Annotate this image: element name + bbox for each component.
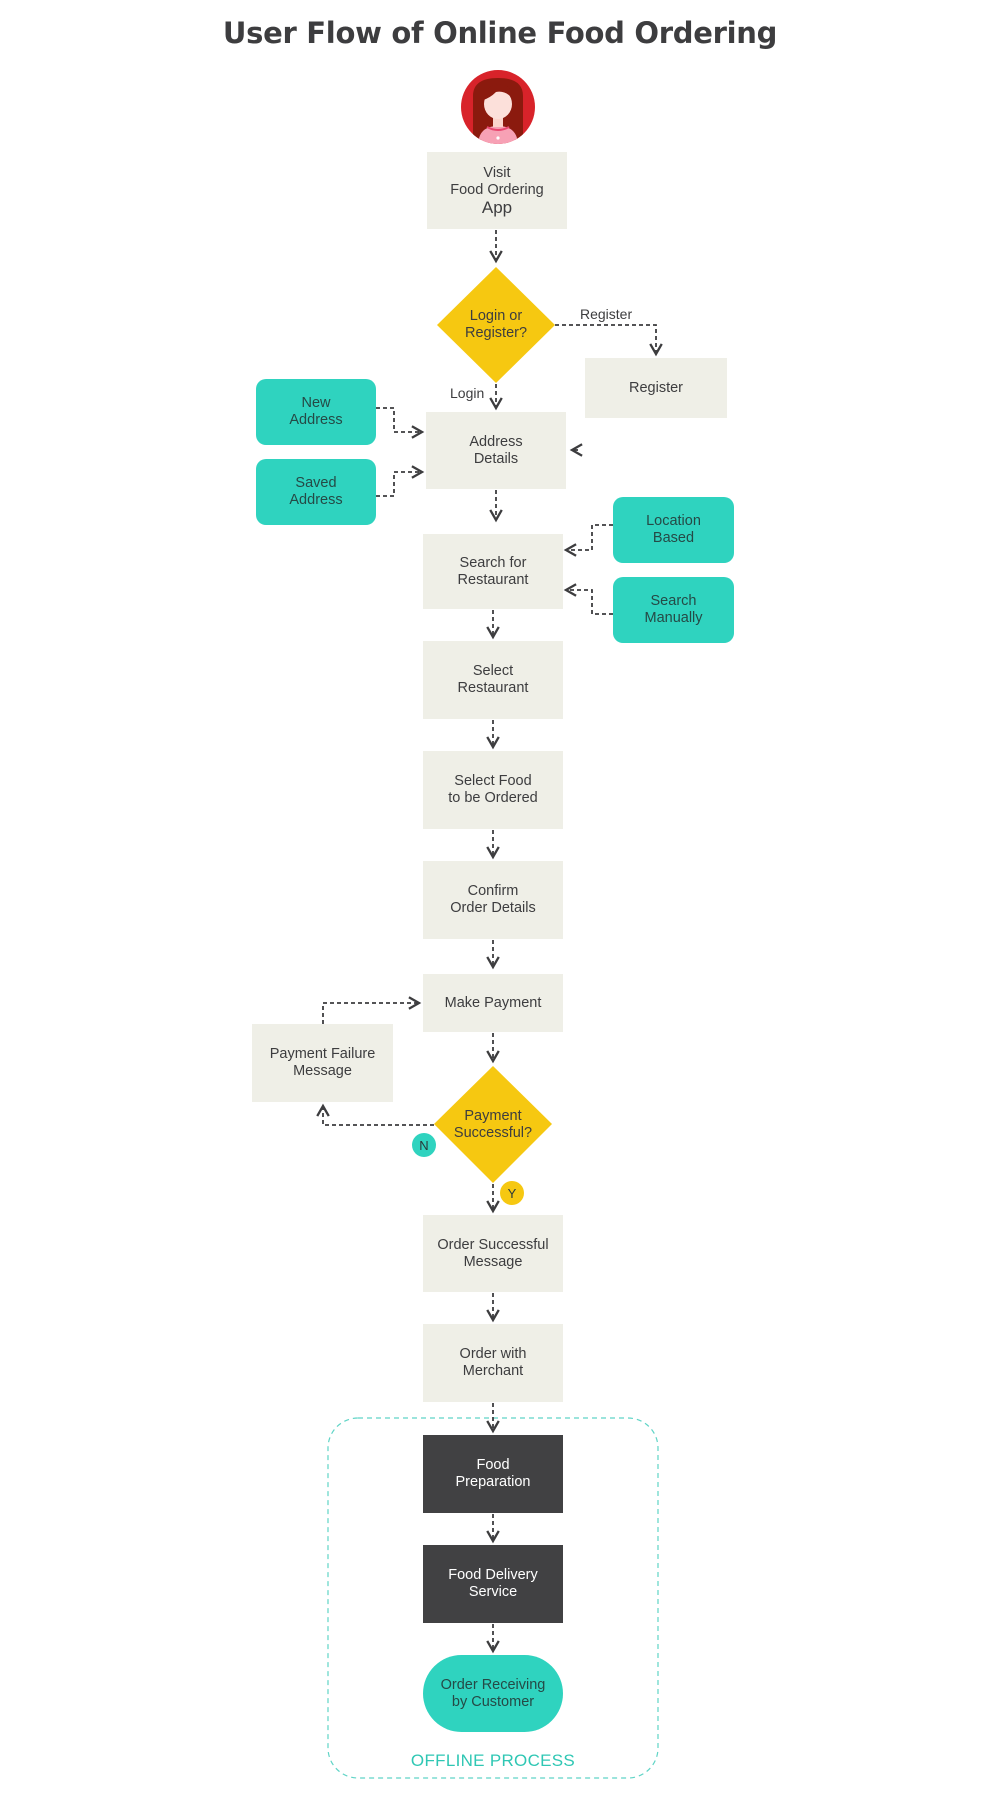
payment-decision-label: Payment Successful?	[434, 1066, 552, 1183]
location-based-label: Location Based	[646, 513, 701, 546]
search-manually-label: Search Manually	[644, 593, 703, 626]
order-successful-node: Order Successful Message	[423, 1215, 563, 1292]
order-merchant-node: Order with Merchant	[423, 1324, 563, 1402]
select-restaurant-node: Select Restaurant	[423, 641, 563, 719]
make-payment-label: Make Payment	[444, 994, 542, 1011]
yes-badge: Y	[500, 1181, 524, 1205]
edge-saved-address	[376, 465, 425, 497]
visit-app-label: Visit Food Ordering	[450, 165, 544, 198]
confirm-order-node: Confirm Order Details	[423, 861, 563, 939]
saved-address-node: Saved Address	[256, 459, 376, 525]
search-restaurant-label: Search for Restaurant	[457, 554, 529, 588]
visit-app-label-app: App	[481, 198, 513, 217]
select-food-node: Select Food to be Ordered	[423, 751, 563, 829]
register-edge-label: Register	[580, 306, 633, 322]
edge-search-manually	[563, 583, 613, 615]
saved-address-label: Saved Address	[289, 475, 343, 508]
location-based-node: Location Based	[613, 497, 734, 563]
make-payment-node: Make Payment	[423, 974, 563, 1032]
register-node: Register	[585, 358, 727, 418]
edge-failure-to-payment	[322, 996, 422, 1024]
edge-new-address	[376, 407, 425, 439]
food-delivery-label: Food Delivery Service	[448, 1567, 538, 1600]
edge-login-to-register	[555, 324, 663, 357]
order-receiving-node: Order Receiving by Customer	[423, 1655, 563, 1732]
select-food-label: Select Food to be Ordered	[448, 773, 538, 806]
payment-decision-text: Payment Successful?	[453, 1107, 533, 1141]
search-manually-node: Search Manually	[613, 577, 734, 643]
offline-process-label: OFFLINE PROCESS	[410, 1751, 576, 1770]
address-details-node: Address Details	[426, 412, 566, 489]
confirm-order-label: Confirm Order Details	[450, 883, 536, 916]
edge-decision-no	[316, 1103, 434, 1126]
new-address-node: New Address	[256, 379, 376, 445]
no-badge: N	[412, 1133, 436, 1157]
address-details-label: Address Details	[469, 433, 523, 467]
login-edge-label: Login	[450, 385, 485, 401]
food-delivery-node: Food Delivery Service	[423, 1545, 563, 1623]
payment-failure-node: Payment Failure Message	[252, 1024, 393, 1102]
select-restaurant-label: Select Restaurant	[457, 663, 529, 696]
search-restaurant-node: Search for Restaurant	[423, 534, 563, 609]
new-address-label: New Address	[289, 395, 343, 428]
user-avatar-icon	[461, 70, 535, 144]
food-preparation-node: Food Preparation	[423, 1435, 563, 1513]
visit-app-node: Visit Food Ordering App	[427, 152, 567, 229]
register-node-label: Register	[629, 379, 683, 396]
edge-location-based	[563, 524, 613, 557]
order-successful-label: Order Successful Message	[437, 1236, 549, 1270]
login-decision-text: Login or Register?	[464, 308, 528, 341]
payment-failure-label: Payment Failure Message	[269, 1046, 376, 1079]
login-decision-label: Login or Register?	[437, 267, 555, 383]
diagram-title: User Flow of Online Food Ordering	[222, 16, 778, 50]
food-preparation-label: Food Preparation	[455, 1457, 531, 1490]
order-receiving-label: Order Receiving by Customer	[440, 1676, 546, 1710]
order-merchant-label: Order with Merchant	[459, 1346, 527, 1379]
